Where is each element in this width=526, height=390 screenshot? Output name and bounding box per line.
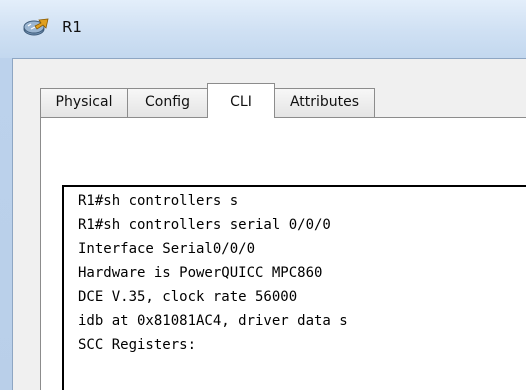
title-bar[interactable]: R1 [0, 0, 526, 58]
application-window: R1 Physical Config CLI Attributes R1#sh … [0, 0, 526, 390]
router-icon [23, 18, 49, 36]
console-line: R1#sh controllers s [78, 193, 239, 209]
console-line: R1#sh controllers serial 0/0/0 [78, 217, 331, 233]
tab-attributes[interactable]: Attributes [274, 88, 375, 117]
console-line: Hardware is PowerQUICC MPC860 [78, 265, 323, 281]
console-line: Interface Serial0/0/0 [78, 241, 256, 257]
window-title: R1 [62, 18, 82, 36]
console-line: idb at 0x81081AC4, driver data s [78, 313, 348, 329]
tab-config[interactable]: Config [127, 88, 208, 117]
tab-cli[interactable]: CLI [207, 83, 275, 118]
cli-console[interactable]: R1#sh controllers s R1#sh controllers se… [62, 185, 526, 390]
console-line: SCC Registers: [78, 337, 197, 353]
tab-physical[interactable]: Physical [40, 88, 128, 117]
console-line: DCE V.35, clock rate 56000 [78, 289, 298, 305]
